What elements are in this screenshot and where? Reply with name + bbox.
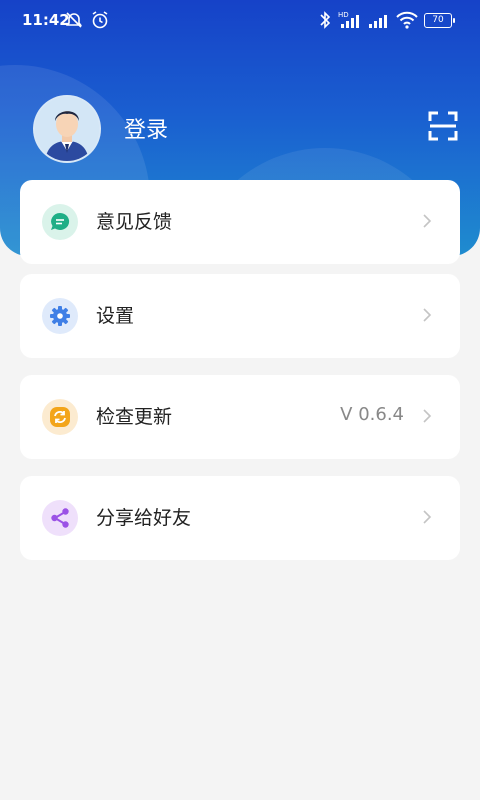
chevron-right-icon xyxy=(423,409,432,423)
feedback-menu-item[interactable]: 意见反馈 xyxy=(20,180,460,264)
svg-text:HD: HD xyxy=(338,11,349,19)
status-time: 11:42 xyxy=(22,11,70,29)
scan-icon[interactable] xyxy=(428,111,458,141)
chevron-right-icon xyxy=(423,308,432,322)
mute-bell-icon xyxy=(65,12,83,28)
signal-hd-icon: HD xyxy=(338,11,359,28)
share-menu-item[interactable]: 分享给好友 xyxy=(20,476,460,560)
share-icon xyxy=(51,508,69,528)
share-label: 分享给好友 xyxy=(96,507,192,529)
status-bar: 11:42 HD 70 xyxy=(0,0,480,42)
status-left-icons xyxy=(64,10,110,30)
gear-icon xyxy=(50,306,70,326)
wifi-icon xyxy=(396,11,418,29)
refresh-icon xyxy=(50,407,70,427)
feedback-label: 意见反馈 xyxy=(96,211,173,233)
check-update-label: 检查更新 xyxy=(96,406,173,428)
feedback-icon-wrap xyxy=(42,204,78,240)
alarm-icon xyxy=(92,11,108,29)
share-icon-wrap xyxy=(42,500,78,536)
message-icon xyxy=(51,212,70,230)
settings-icon-wrap xyxy=(42,298,78,334)
chevron-right-icon xyxy=(423,214,432,228)
version-text: V 0.6.4 xyxy=(340,404,404,425)
user-avatar-icon xyxy=(35,97,99,161)
bluetooth-icon xyxy=(320,11,331,29)
update-icon-wrap xyxy=(42,399,78,435)
battery-icon: 70 xyxy=(424,12,455,28)
settings-menu-item[interactable]: 设置 xyxy=(20,274,460,358)
signal-icon xyxy=(369,15,387,28)
login-link[interactable]: 登录 xyxy=(124,112,168,144)
avatar[interactable] xyxy=(33,95,101,163)
check-update-menu-item[interactable]: 检查更新 V 0.6.4 xyxy=(20,375,460,459)
status-right-icons: HD 70 xyxy=(318,10,455,30)
chevron-right-icon xyxy=(423,510,432,524)
settings-label: 设置 xyxy=(96,305,135,327)
